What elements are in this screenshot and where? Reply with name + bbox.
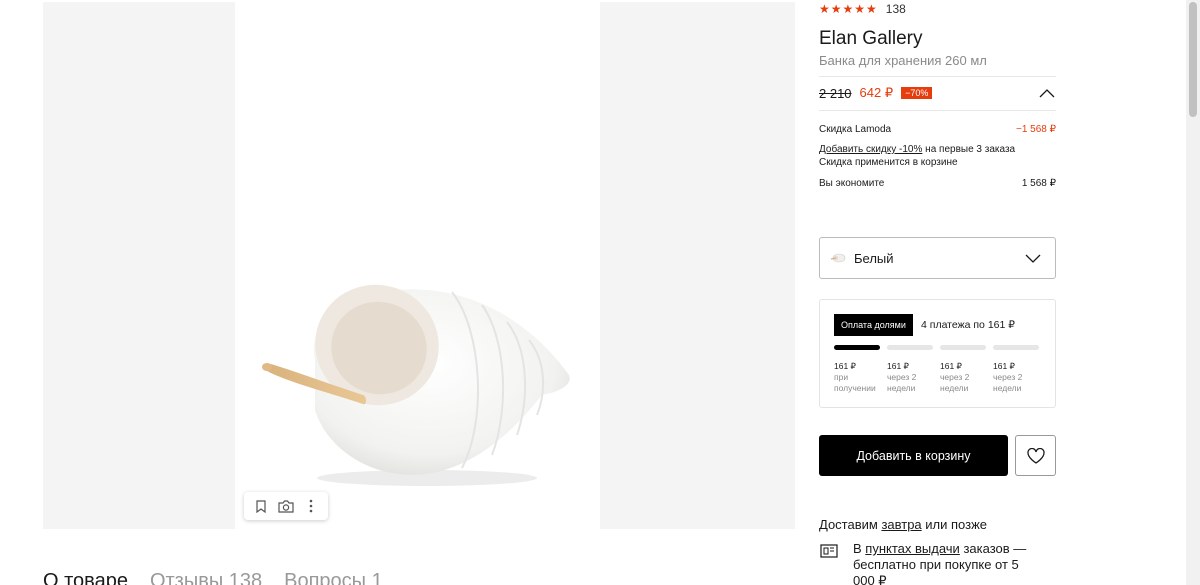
- chevron-down-icon: [1025, 251, 1041, 266]
- discount-badge: −70%: [901, 87, 933, 99]
- split-step-when: через 2: [940, 372, 970, 382]
- heart-icon: [1026, 447, 1045, 464]
- tab-about[interactable]: О товаре: [43, 570, 128, 585]
- pickup-info: В пунктах выдачи заказов — бесплатно при…: [853, 541, 1033, 585]
- pickup-text: В: [853, 541, 866, 556]
- split-step: 161 ₽ через 2 недели: [887, 361, 933, 394]
- rating-count: 138: [885, 2, 906, 16]
- price-row: 2 210 642 ₽ −70%: [819, 84, 1056, 102]
- split-step-when: получении: [834, 383, 876, 393]
- split-step-amount: 161 ₽: [834, 361, 856, 371]
- product-image: [262, 284, 570, 486]
- divider: [819, 110, 1056, 111]
- split-step: 161 ₽ через 2 недели: [993, 361, 1039, 394]
- split-payment-widget[interactable]: Оплата долями 4 платежа по 161 ₽ 161 ₽ п…: [819, 299, 1056, 408]
- more-icon[interactable]: [301, 496, 321, 516]
- old-price: 2 210: [819, 85, 852, 101]
- split-step-when: недели: [940, 383, 969, 393]
- split-step-amount: 161 ₽: [993, 361, 1015, 371]
- promo-text: на первые 3 заказа: [922, 144, 1016, 155]
- split-progress: [834, 345, 1039, 350]
- rating[interactable]: ★★★★★ 138: [819, 2, 906, 16]
- split-payment-title: 4 платежа по 161 ₽: [921, 319, 1015, 331]
- scrollbar-thumb[interactable]: [1189, 2, 1197, 117]
- brand-name[interactable]: Elan Gallery: [819, 28, 923, 50]
- split-step: 161 ₽ при получении: [834, 361, 880, 394]
- split-step-when: через 2: [887, 372, 917, 382]
- product-tabs: О товаре Отзывы 138 Вопросы 1: [43, 570, 383, 585]
- split-step-when: недели: [887, 383, 916, 393]
- current-price: 642 ₽: [859, 85, 894, 100]
- delivery-day[interactable]: завтра: [881, 517, 921, 532]
- add-to-favorites-button[interactable]: [1015, 435, 1056, 476]
- add-discount-link[interactable]: Добавить скидку -10%: [819, 144, 922, 155]
- color-select[interactable]: Белый: [819, 237, 1056, 279]
- split-payment-badge: Оплата долями: [834, 314, 913, 336]
- pickup-point-icon: [820, 544, 838, 558]
- gallery-thumbnail-right[interactable]: [600, 2, 795, 529]
- collapse-price-details-button[interactable]: [1038, 84, 1056, 102]
- color-swatch-icon: [830, 252, 846, 264]
- lamoda-discount-label: Скидка Lamoda: [819, 124, 892, 135]
- add-to-cart-button[interactable]: Добавить в корзину: [819, 435, 1008, 476]
- delivery-suffix: или позже: [921, 517, 988, 532]
- promo-note-text: Скидка применится в корзине: [819, 157, 958, 168]
- split-progress-segment: [993, 345, 1039, 350]
- split-step-when: недели: [993, 383, 1022, 393]
- lamoda-discount-value: −1 568 ₽: [1015, 124, 1056, 135]
- delivery-prefix: Доставим: [819, 517, 882, 532]
- star-rating-icon: ★★★★★: [819, 2, 878, 16]
- split-progress-segment: [940, 345, 986, 350]
- camera-icon[interactable]: [276, 496, 296, 516]
- chevron-up-icon: [1039, 88, 1055, 97]
- page-scrollbar[interactable]: [1186, 0, 1200, 585]
- delivery-info: Доставим завтра или позже: [819, 517, 987, 532]
- promo-row: Добавить скидку -10% на первые 3 заказа: [819, 144, 1056, 155]
- split-steps: 161 ₽ при получении 161 ₽ через 2 недели…: [834, 361, 1039, 394]
- gallery-thumbnail-left[interactable]: [43, 2, 235, 529]
- promo-note: Скидка применится в корзине: [819, 157, 1056, 168]
- color-select-value: Белый: [854, 250, 894, 266]
- savings-label: Вы экономите: [819, 178, 885, 189]
- photo-toolbar: [244, 492, 328, 520]
- pickup-points-link[interactable]: пунктах выдачи: [865, 541, 960, 556]
- split-step-amount: 161 ₽: [887, 361, 909, 371]
- split-step: 161 ₽ через 2 недели: [940, 361, 986, 394]
- lamoda-discount-row: Скидка Lamoda −1 568 ₽: [819, 124, 1056, 135]
- bookmark-icon[interactable]: [251, 496, 271, 516]
- split-progress-segment: [887, 345, 933, 350]
- savings-value: 1 568 ₽: [1021, 178, 1056, 189]
- tab-reviews[interactable]: Отзывы 138: [150, 570, 262, 585]
- split-progress-segment: [834, 345, 880, 350]
- split-step-when: при: [834, 372, 849, 382]
- divider: [819, 76, 1056, 77]
- product-main-photo[interactable]: [237, 0, 598, 530]
- tab-questions[interactable]: Вопросы 1: [284, 570, 383, 585]
- split-step-amount: 161 ₽: [940, 361, 962, 371]
- product-name: Банка для хранения 260 мл: [819, 53, 987, 68]
- split-step-when: через 2: [993, 372, 1023, 382]
- savings-row: Вы экономите 1 568 ₽: [819, 178, 1056, 189]
